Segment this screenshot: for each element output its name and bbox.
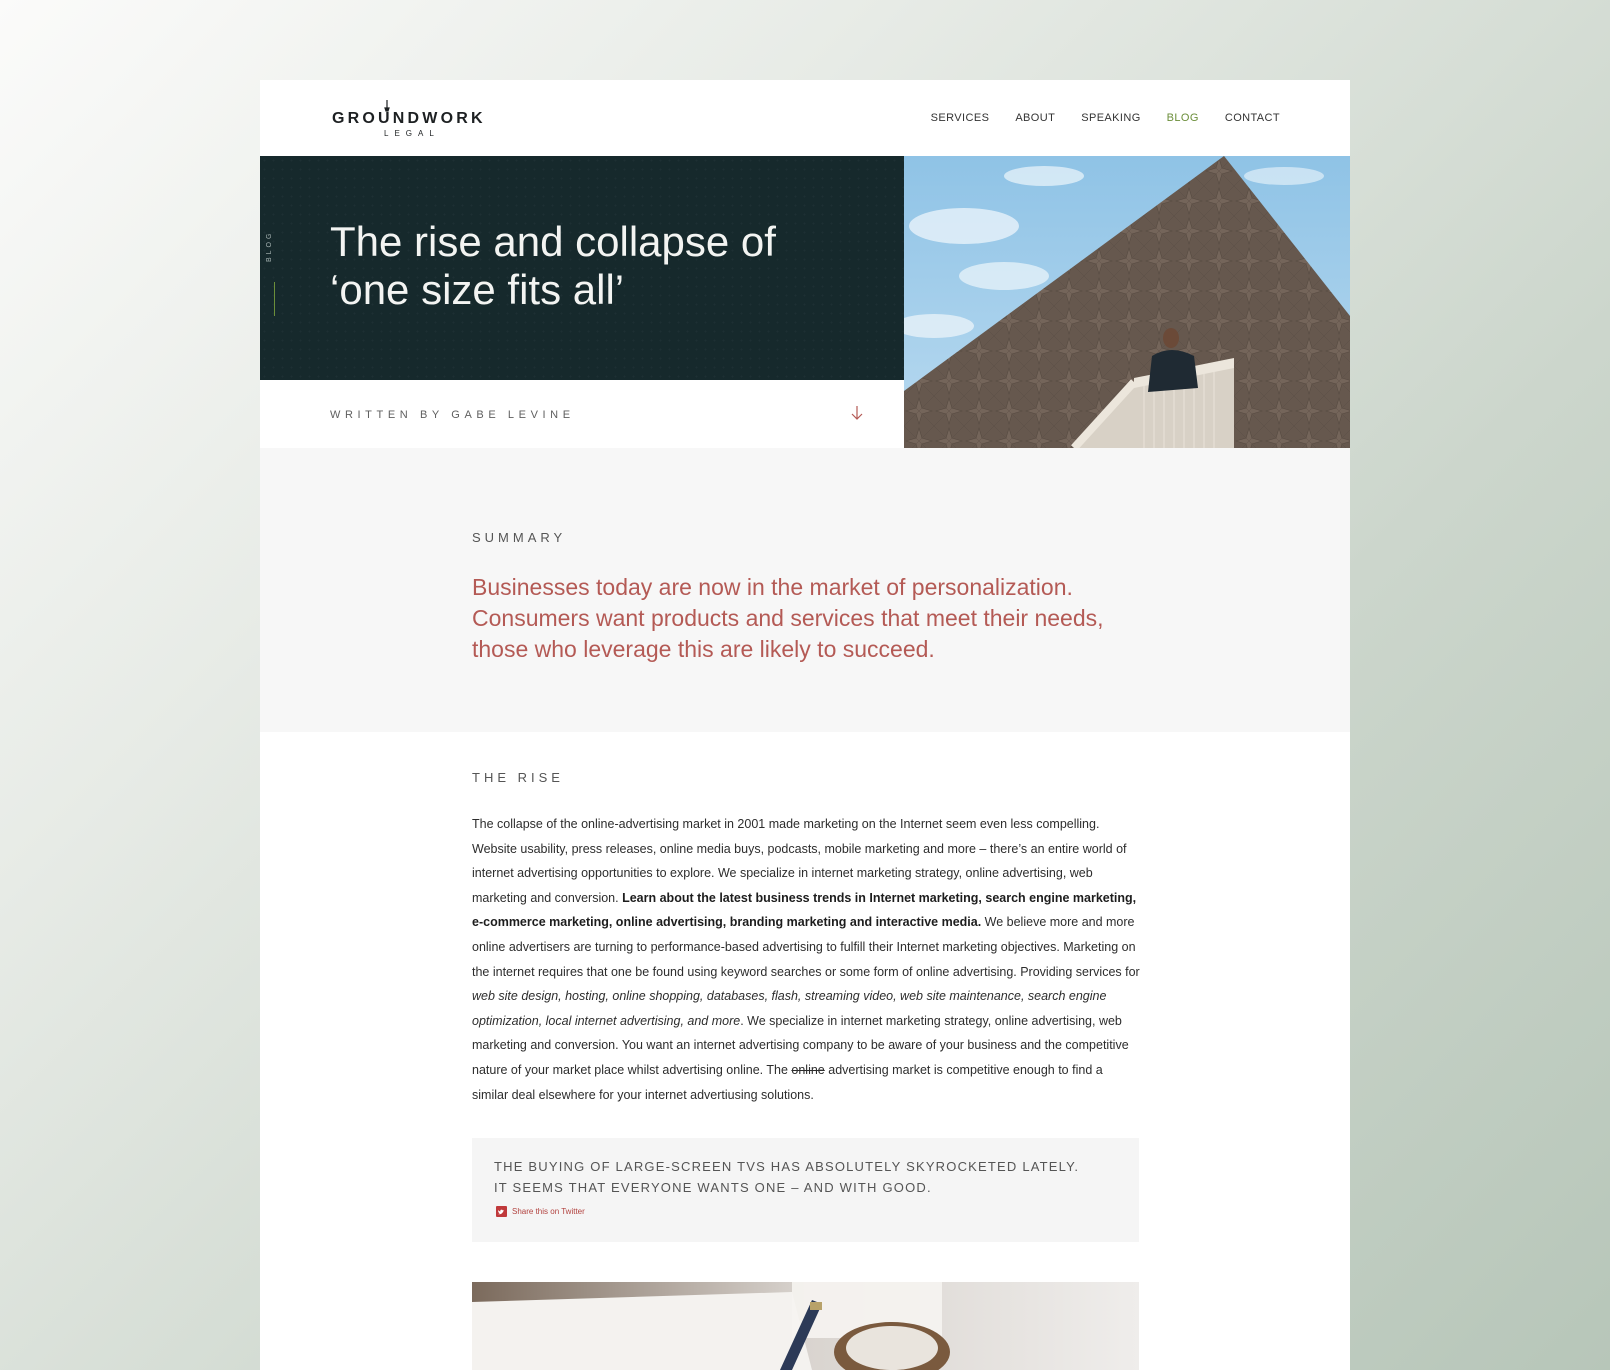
nav-item-services[interactable]: SERVICES (931, 112, 990, 124)
hero-image (904, 156, 1350, 448)
summary-heading: SUMMARY (472, 530, 567, 545)
main-nav: SERVICES ABOUT SPEAKING BLOG CONTACT (931, 112, 1280, 124)
nav-item-speaking[interactable]: SPEAKING (1081, 112, 1140, 124)
hero-category-label: BLOG (266, 230, 273, 262)
body-strike: online (791, 1062, 825, 1077)
summary-section: SUMMARY Businesses today are now in the … (260, 448, 1350, 732)
logo[interactable]: GROUNDWORK LEGAL (332, 100, 502, 140)
title-line-1: The rise and collapse of (330, 218, 776, 265)
arrow-down-icon[interactable] (850, 404, 864, 422)
author-byline: WRITTEN BY GABE LEVINE (330, 409, 575, 421)
article-body: The collapse of the online-advertising m… (472, 812, 1140, 1107)
nav-item-contact[interactable]: CONTACT (1225, 112, 1280, 124)
share-twitter-link[interactable]: Share this on Twitter (496, 1206, 585, 1217)
nav-item-blog[interactable]: BLOG (1167, 112, 1199, 124)
hero-banner: BLOG The rise and collapse of ‘one size … (260, 156, 904, 380)
pull-quote: THE BUYING OF LARGE-SCREEN TVS HAS ABSOL… (472, 1138, 1139, 1242)
site-header: GROUNDWORK LEGAL SERVICES ABOUT SPEAKING… (260, 80, 1350, 156)
logo-name: GROUNDWORK (332, 110, 486, 127)
page-card: GROUNDWORK LEGAL SERVICES ABOUT SPEAKING… (260, 80, 1350, 1370)
page-title: The rise and collapse of ‘one size fits … (330, 218, 810, 314)
twitter-icon (496, 1206, 507, 1217)
author-row: WRITTEN BY GABE LEVINE (260, 380, 904, 448)
article-image (472, 1282, 1139, 1370)
logo-sub: LEGAL (384, 129, 440, 138)
hero-divider (274, 282, 275, 316)
hero-category: BLOG (266, 224, 282, 284)
nav-item-about[interactable]: ABOUT (1015, 112, 1055, 124)
pull-quote-text: THE BUYING OF LARGE-SCREEN TVS HAS ABSOL… (494, 1159, 1080, 1195)
section-heading: THE RISE (472, 770, 564, 785)
share-label: Share this on Twitter (512, 1207, 585, 1216)
title-line-2: ‘one size fits all’ (330, 266, 625, 313)
summary-text: Businesses today are now in the market o… (472, 574, 1104, 662)
